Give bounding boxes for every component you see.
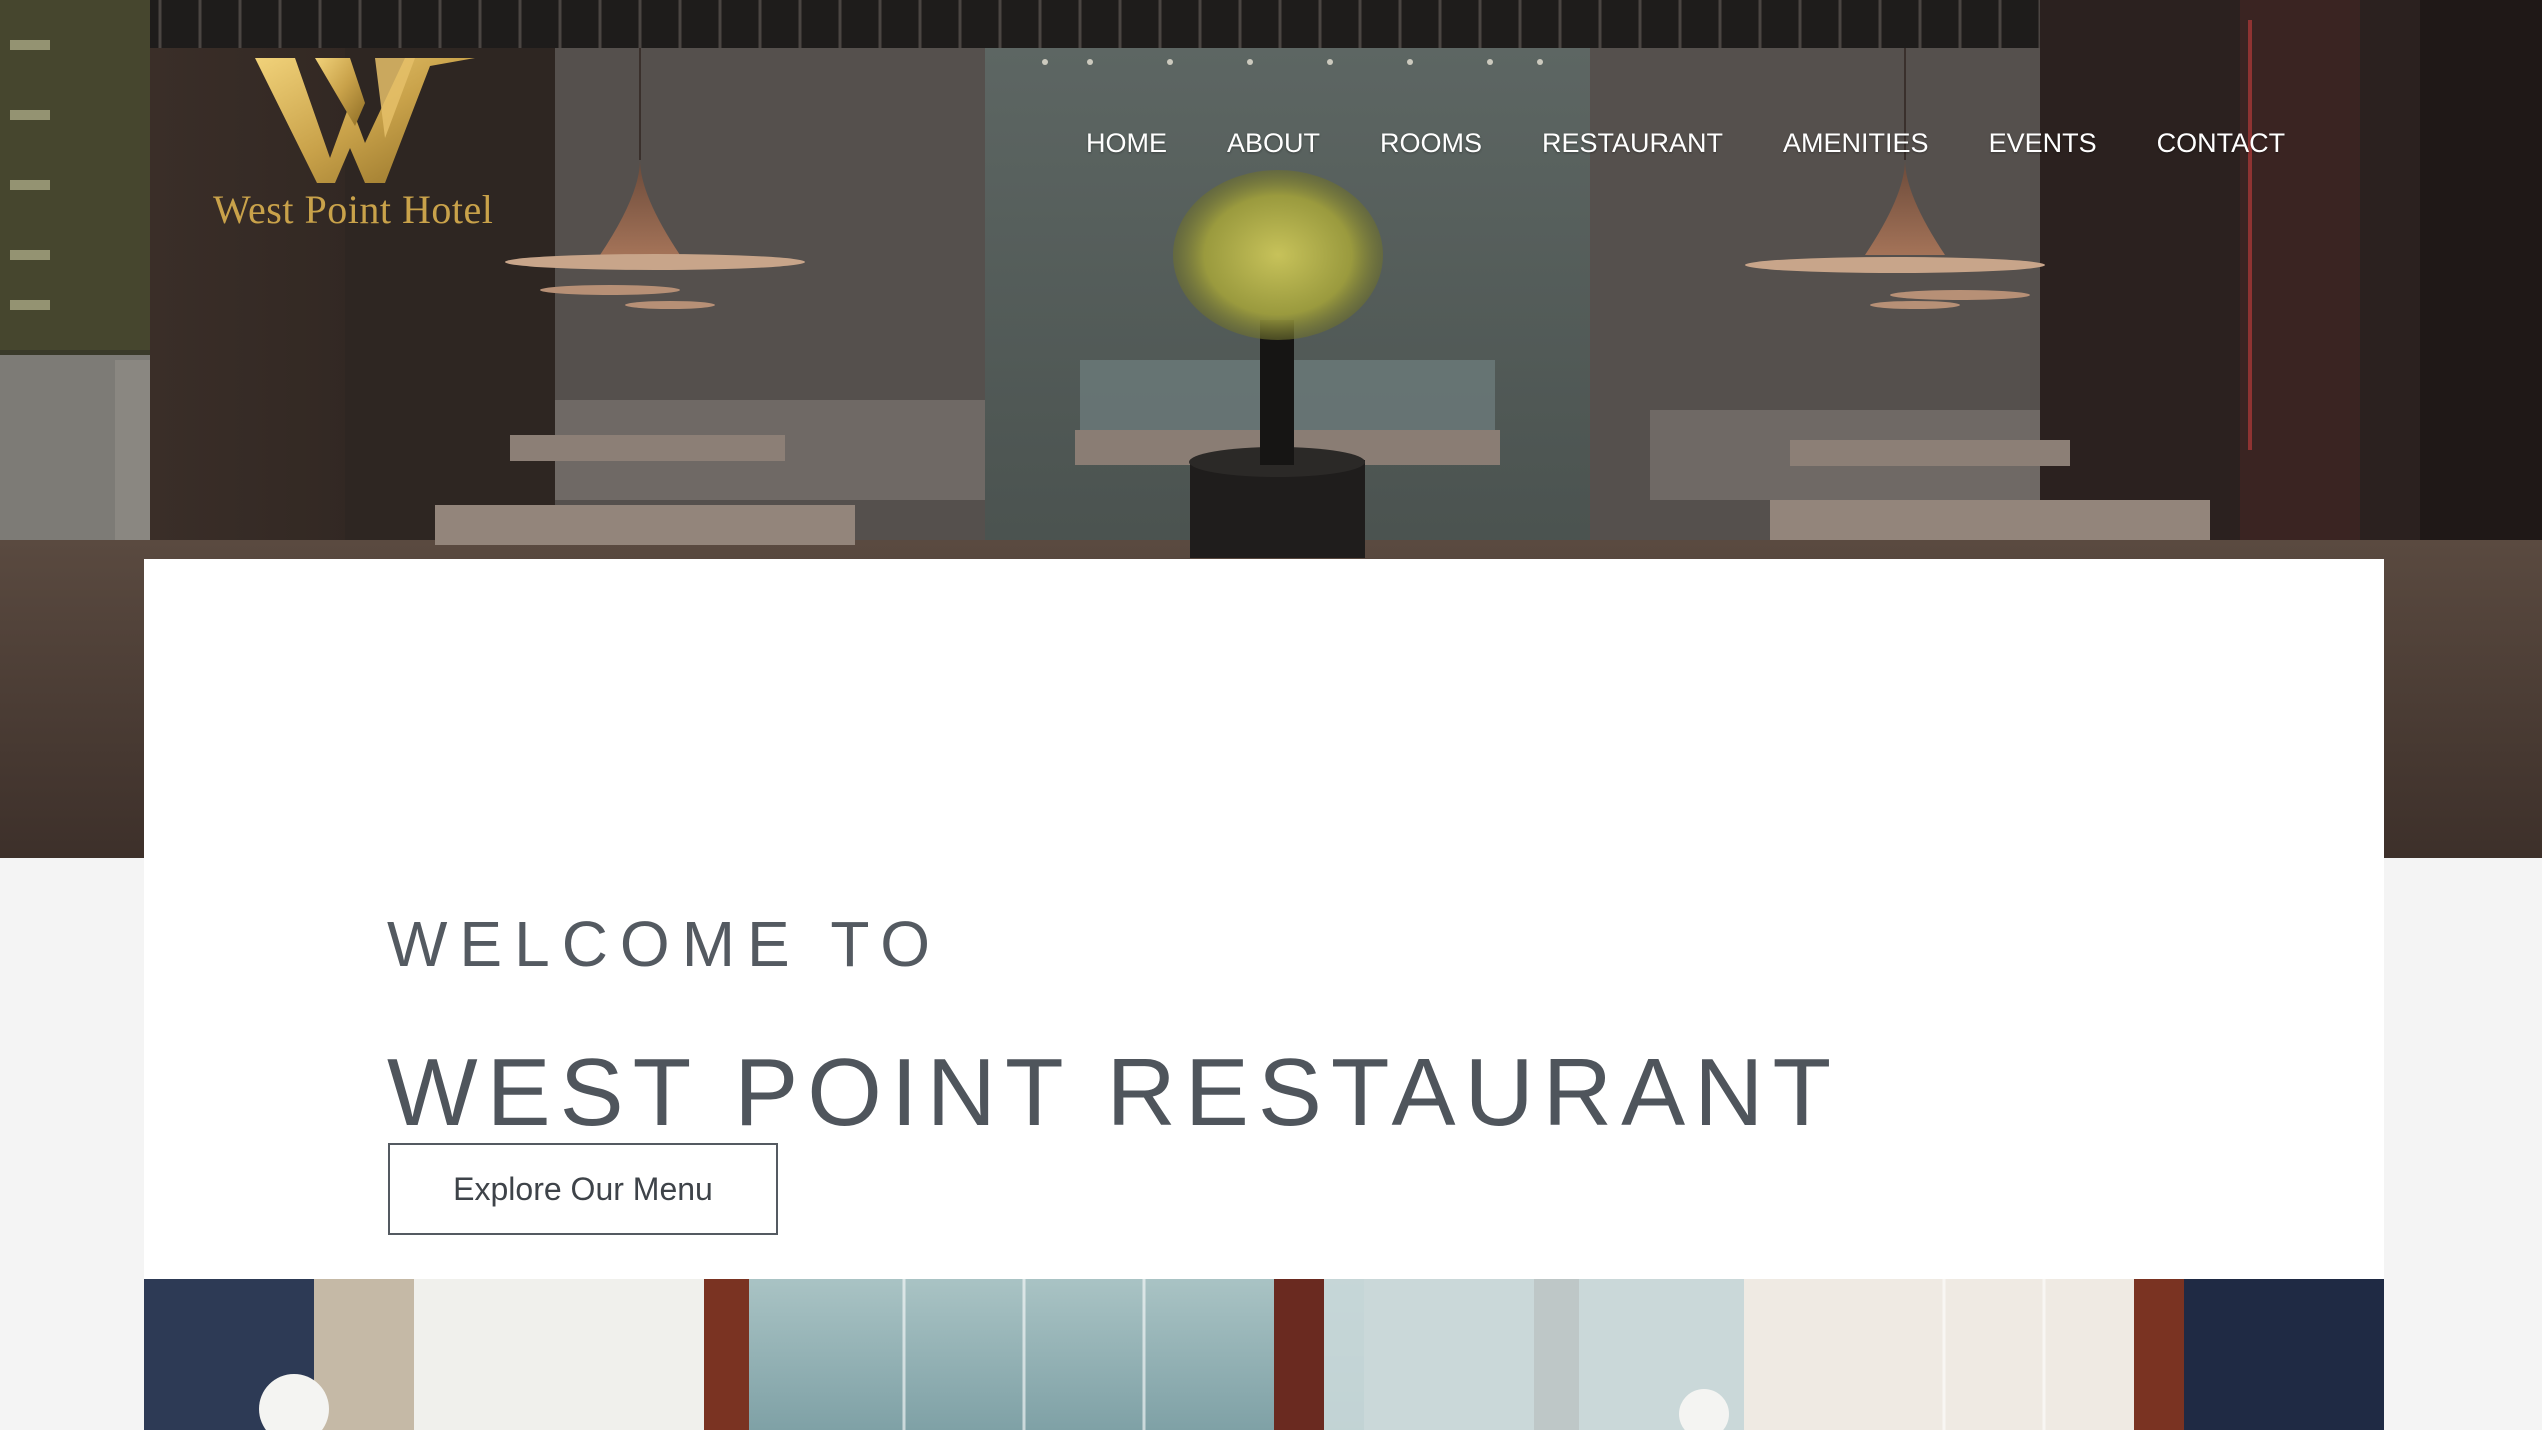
nav-contact[interactable]: CONTACT	[2157, 128, 2286, 159]
main-nav: HOME ABOUT ROOMS RESTAURANT AMENITIES EV…	[1086, 128, 2285, 159]
w-monogram-icon	[255, 58, 475, 183]
nav-events[interactable]: EVENTS	[1989, 128, 2097, 159]
hotel-name: West Point Hotel	[213, 187, 494, 232]
hotel-logo[interactable]: West Point Hotel	[205, 40, 535, 240]
gallery-image	[144, 1279, 2384, 1430]
nav-about[interactable]: ABOUT	[1227, 128, 1320, 159]
welcome-card: WELCOME TO WEST POINT RESTAURANT Explore…	[144, 559, 2384, 1279]
welcome-eyebrow: WELCOME TO	[387, 908, 943, 981]
explore-menu-button[interactable]: Explore Our Menu	[388, 1143, 778, 1235]
nav-rooms[interactable]: ROOMS	[1380, 128, 1482, 159]
page: West Point Hotel HOME ABOUT ROOMS RESTAU…	[0, 0, 2542, 1430]
page-title: WEST POINT RESTAURANT	[387, 1039, 1841, 1147]
nav-amenities[interactable]: AMENITIES	[1783, 128, 1929, 159]
nav-restaurant[interactable]: RESTAURANT	[1542, 128, 1723, 159]
nav-home[interactable]: HOME	[1086, 128, 1167, 159]
